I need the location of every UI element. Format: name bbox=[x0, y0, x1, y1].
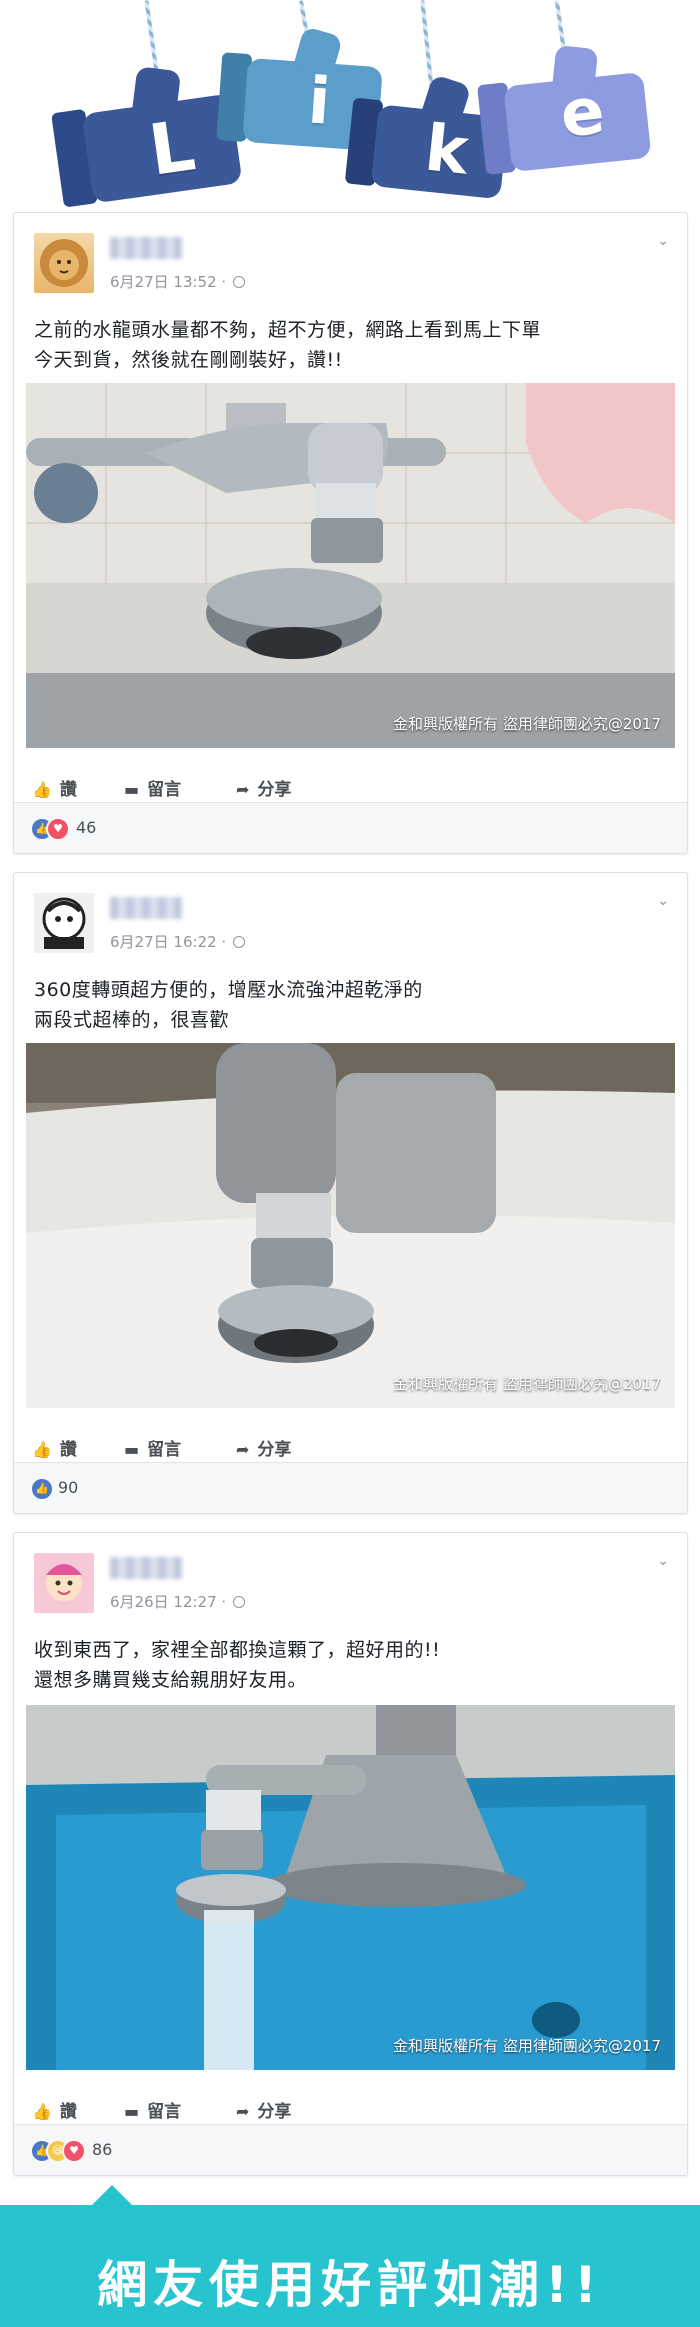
chevron-down-icon[interactable]: ⌄ bbox=[657, 893, 669, 909]
post-text-line: 還想多購買幾支給親朋好友用。 bbox=[34, 1669, 308, 1691]
chevron-down-icon[interactable]: ⌄ bbox=[657, 1553, 669, 1569]
post-text-line: 之前的水龍頭水量都不夠，超不方便，網路上看到馬上下單 bbox=[34, 319, 542, 341]
reaction-summary[interactable]: 👍 😆 ♥ 86 bbox=[14, 2124, 687, 2175]
banner-letter-k: k bbox=[421, 111, 472, 190]
like-button[interactable]: 👍 讚 bbox=[32, 2097, 77, 2122]
post-timestamp[interactable]: 6月26日 12:27 · bbox=[110, 1591, 245, 1612]
banner-letter-i: i bbox=[305, 64, 333, 140]
avatar[interactable] bbox=[34, 233, 94, 293]
thumbs-up-icon: 👍 bbox=[32, 780, 52, 799]
comment-button[interactable]: ▬ 留言 bbox=[124, 775, 181, 800]
thumbs-up-icon: 👍 bbox=[32, 1440, 52, 1459]
comment-icon: ▬ bbox=[124, 2102, 140, 2121]
like-button[interactable]: 👍 讚 bbox=[32, 775, 77, 800]
post-text-line: 360度轉頭超方便的，增壓水流強沖超乾淨的 bbox=[34, 979, 423, 1001]
reaction-count: 90 bbox=[58, 1478, 79, 1497]
post-timestamp[interactable]: 6月27日 16:22 · bbox=[110, 931, 245, 952]
author-name-blurred[interactable] bbox=[110, 897, 182, 919]
post-text: 收到東西了，家裡全部都換這顆了，超好用的!! 還想多購買幾支給親朋好友用。 bbox=[34, 1635, 440, 1695]
post-timestamp[interactable]: 6月27日 13:52 · bbox=[110, 271, 245, 292]
share-arrow-icon: ➦ bbox=[236, 1440, 250, 1459]
like-reaction-icon: 👍 bbox=[30, 1477, 54, 1501]
chevron-down-icon[interactable]: ⌄ bbox=[657, 233, 669, 249]
post-text-line: 兩段式超棒的，很喜歡 bbox=[34, 1009, 230, 1031]
post-photo[interactable]: 金和興版權所有 盜用律師團必究@2017 bbox=[26, 1705, 675, 2070]
comment-button[interactable]: ▬ 留言 bbox=[124, 1435, 181, 1460]
photo-watermark: 金和興版權所有 盜用律師團必究@2017 bbox=[393, 715, 661, 733]
share-arrow-icon: ➦ bbox=[236, 2102, 250, 2121]
love-reaction-icon: ♥ bbox=[46, 817, 70, 841]
author-name-blurred[interactable] bbox=[110, 237, 182, 259]
globe-icon bbox=[232, 1596, 245, 1608]
globe-icon bbox=[232, 936, 245, 948]
post-card: 6月27日 13:52 · ⌄ 之前的水龍頭水量都不夠，超不方便，網路上看到馬上… bbox=[13, 212, 688, 854]
author-name-blurred[interactable] bbox=[110, 1557, 182, 1579]
reaction-summary[interactable]: 👍 ♥ 46 bbox=[14, 802, 687, 853]
post-text: 360度轉頭超方便的，增壓水流強沖超乾淨的 兩段式超棒的，很喜歡 bbox=[34, 975, 423, 1035]
banner-letter-e: e bbox=[557, 74, 608, 153]
photo-watermark: 金和興版權所有 盜用律師團必究@2017 bbox=[393, 2037, 661, 2055]
post-text-line: 收到東西了，家裡全部都換這顆了，超好用的!! bbox=[34, 1639, 441, 1661]
share-button[interactable]: ➦ 分享 bbox=[236, 2097, 291, 2122]
post-card: 6月26日 12:27 · ⌄ 收到東西了，家裡全部都換這顆了，超好用的!! 還… bbox=[13, 1532, 688, 2176]
reaction-count: 46 bbox=[76, 818, 97, 837]
post-card: 6月27日 16:22 · ⌄ 360度轉頭超方便的，增壓水流強沖超乾淨的 兩段… bbox=[13, 872, 688, 1514]
post-photo[interactable]: 金和興版權所有 盜用律師團必究@2017 bbox=[26, 383, 675, 748]
footer-notch bbox=[90, 2185, 134, 2207]
like-banner: L i k e bbox=[0, 0, 700, 210]
comment-icon: ▬ bbox=[124, 780, 140, 799]
share-arrow-icon: ➦ bbox=[236, 780, 250, 799]
reaction-count: 86 bbox=[92, 2140, 113, 2159]
footer-headline: 網友使用好評如潮!! bbox=[97, 2256, 603, 2314]
comment-icon: ▬ bbox=[124, 1440, 140, 1459]
thumbs-up-icon: 👍 bbox=[32, 2102, 52, 2121]
post-photo[interactable]: 金和興版權所有 盜用律師團必究@2017 bbox=[26, 1043, 675, 1408]
post-text: 之前的水龍頭水量都不夠，超不方便，網路上看到馬上下單 今天到貨，然後就在剛剛裝好… bbox=[34, 315, 541, 375]
post-text-line: 今天到貨，然後就在剛剛裝好，讚!! bbox=[34, 349, 343, 371]
share-button[interactable]: ➦ 分享 bbox=[236, 1435, 291, 1460]
avatar[interactable] bbox=[34, 893, 94, 953]
globe-icon bbox=[232, 276, 245, 288]
comment-button[interactable]: ▬ 留言 bbox=[124, 2097, 181, 2122]
banner-letter-l: L bbox=[144, 104, 200, 192]
share-button[interactable]: ➦ 分享 bbox=[236, 775, 291, 800]
thumbs-up-icon: e bbox=[474, 39, 661, 179]
love-reaction-icon: ♥ bbox=[62, 2139, 86, 2163]
reaction-summary[interactable]: 👍 90 bbox=[14, 1462, 687, 1513]
avatar[interactable] bbox=[34, 1553, 94, 1613]
photo-watermark: 金和興版權所有 盜用律師團必究@2017 bbox=[393, 1375, 661, 1393]
like-button[interactable]: 👍 讚 bbox=[32, 1435, 77, 1460]
